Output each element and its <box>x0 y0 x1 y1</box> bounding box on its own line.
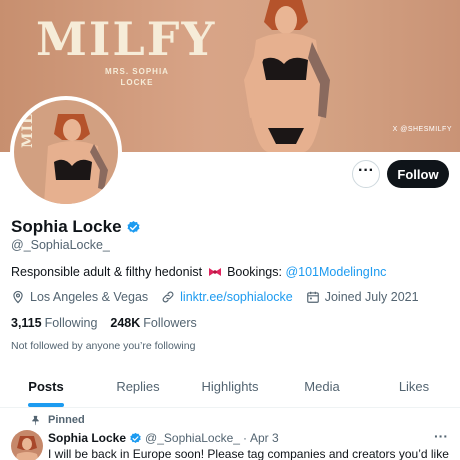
profile-tabs: Posts Replies Highlights Media Likes <box>0 366 460 408</box>
following-stat[interactable]: 3,115 Following <box>11 316 97 330</box>
post-more-button[interactable]: ··· <box>434 428 448 444</box>
following-label: Following <box>44 316 98 330</box>
followers-count: 248K <box>110 316 141 330</box>
ribbon-emoji-icon <box>208 268 221 276</box>
verified-badge-icon <box>127 220 140 233</box>
post-separator: · <box>242 431 247 445</box>
post-author-name[interactable]: Sophia Locke <box>48 431 126 445</box>
tab-replies[interactable]: Replies <box>92 366 184 407</box>
bio-text: Responsible adult & filthy hedonist <box>11 265 203 279</box>
profile-joined: Joined July 2021 <box>306 290 419 304</box>
calendar-icon <box>306 291 319 303</box>
followers-label: Followers <box>143 316 197 330</box>
pin-icon <box>32 415 39 425</box>
profile-bio: Responsible adult & filthy hedonist Book… <box>11 265 386 279</box>
verified-badge-icon <box>130 432 141 443</box>
profile-name-row: Sophia Locke <box>11 217 141 237</box>
more-options-button[interactable]: ··· <box>352 160 380 188</box>
link-icon <box>162 291 174 303</box>
website-link[interactable]: linktr.ee/sophialocke <box>180 290 293 304</box>
post-date[interactable]: Apr 3 <box>250 431 279 445</box>
profile-handle: @_SophiaLocke_ <box>11 238 110 252</box>
tab-media[interactable]: Media <box>276 366 368 407</box>
joined-text: Joined July 2021 <box>324 290 419 304</box>
follow-button[interactable]: Follow <box>387 160 449 188</box>
banner-brand-logo: MILFY <box>36 12 217 66</box>
pinned-label: Pinned <box>48 414 85 426</box>
following-count: 3,115 <box>11 316 42 330</box>
post-author-avatar[interactable] <box>11 430 43 460</box>
bio-bookings-label: Bookings: <box>227 265 282 279</box>
location-icon <box>13 290 23 304</box>
avatar-brand-text: MILFY <box>20 96 36 148</box>
profile-avatar[interactable]: MILFY <box>10 96 122 208</box>
banner-model-photo <box>244 0 330 152</box>
pinned-indicator: Pinned <box>30 414 85 426</box>
banner-watermark: X @SHESMILFY <box>392 126 452 133</box>
profile-name: Sophia Locke <box>11 217 122 236</box>
post-avatar-photo <box>15 436 39 460</box>
post-author-handle[interactable]: @_SophiaLocke_ <box>145 431 240 445</box>
location-text: Los Angeles & Vegas <box>30 290 149 304</box>
tab-posts[interactable]: Posts <box>0 366 92 407</box>
post-text: I will be back in Europe soon! Please ta… <box>48 447 449 460</box>
profile-meta: Los Angeles & Vegas linktr.ee/sophialock… <box>11 290 432 304</box>
banner-subtitle: MRS. SOPHIA LOCKE <box>105 67 169 87</box>
more-icon: ··· <box>358 162 374 179</box>
mutual-followers-note: Not followed by anyone you’re following <box>11 340 196 352</box>
tab-highlights[interactable]: Highlights <box>184 366 276 407</box>
followers-stat[interactable]: 248K Followers <box>110 316 196 330</box>
post-header: Sophia Locke @_SophiaLocke_ · Apr 3 <box>48 431 279 445</box>
bio-mention-link[interactable]: @101ModelingInc <box>285 265 386 279</box>
tab-likes[interactable]: Likes <box>368 366 460 407</box>
profile-location: Los Angeles & Vegas <box>11 290 148 304</box>
follow-stats: 3,115 Following 248K Followers <box>11 316 210 330</box>
profile-website[interactable]: linktr.ee/sophialocke <box>161 290 293 304</box>
